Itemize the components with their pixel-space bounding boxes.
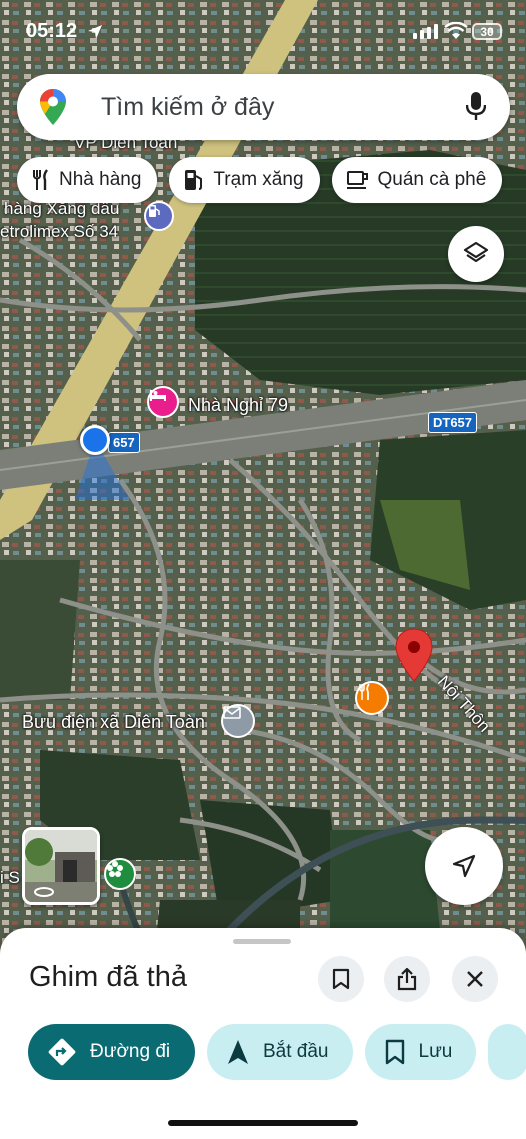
map-label-gas-station-2: etrolimex Số 34 (0, 222, 119, 241)
category-chips: Nhà hàng Trạm xăng Quán cà phê (17, 157, 503, 203)
bookmark-icon (385, 1039, 404, 1065)
wifi-icon (444, 22, 468, 39)
map-pin-icon (395, 628, 433, 682)
start-button[interactable]: Bắt đầu (207, 1024, 353, 1080)
search-bar[interactable]: Tìm kiếm ở đây (17, 74, 510, 140)
close-icon (467, 971, 483, 987)
sheet-drag-handle[interactable] (233, 939, 291, 944)
share-icon (397, 967, 417, 991)
gas-station-icon (185, 170, 203, 190)
more-actions-button[interactable] (488, 1024, 526, 1080)
layers-icon (463, 241, 489, 263)
chip-label: Trạm xăng (213, 169, 304, 190)
park-poi[interactable] (104, 858, 136, 890)
save-label: Lưu (418, 1041, 453, 1062)
chip-coffee[interactable]: Quán cà phê (331, 157, 503, 203)
cellular-signal-icon (413, 24, 438, 39)
save-bookmark-button[interactable] (318, 956, 364, 1002)
home-indicator[interactable] (168, 1120, 358, 1126)
map-label-edge: i S (0, 868, 20, 887)
chip-restaurants[interactable]: Nhà hàng (17, 157, 158, 203)
sheet-title: Ghim đã thả (29, 961, 187, 993)
restaurant-poi[interactable] (355, 681, 389, 715)
google-maps-logo-icon (40, 89, 66, 125)
search-input[interactable]: Tìm kiếm ở đây (101, 93, 274, 122)
road-shield-657: 657 (108, 432, 140, 453)
battery-indicator: 30 (472, 23, 502, 40)
place-bottom-sheet[interactable]: Ghim đã thả Đường đi Bắt đầu Lưu (0, 928, 526, 1139)
microphone-icon[interactable] (466, 91, 486, 121)
user-location-dot (80, 425, 110, 455)
motel-poi[interactable] (147, 386, 179, 418)
chip-gas-stations[interactable]: Trạm xăng (169, 157, 320, 203)
chip-label: Nhà hàng (59, 169, 142, 190)
action-buttons-row: Đường đi Bắt đầu Lưu (28, 1024, 526, 1080)
navigation-arrow-icon (452, 854, 476, 878)
gas-station-poi[interactable] (144, 201, 174, 231)
flower-icon (107, 861, 123, 877)
layers-button[interactable] (448, 226, 504, 282)
location-services-icon (88, 25, 102, 39)
map-label-post-office[interactable]: Bưu điện xã Diên Toàn (22, 712, 205, 733)
map-label-motel[interactable]: Nhà Nghỉ 79 (188, 395, 288, 416)
directions-label: Đường đi (90, 1041, 171, 1062)
restaurant-icon (359, 683, 370, 700)
mail-icon (223, 706, 241, 719)
rotate-360-icon (34, 887, 54, 897)
save-button[interactable]: Lưu (364, 1024, 477, 1080)
status-time: 05:12 (26, 20, 78, 42)
share-button[interactable] (384, 956, 430, 1002)
street-view-thumbnail[interactable] (22, 827, 100, 905)
gas-station-icon (149, 205, 160, 217)
chip-label: Quán cà phê (377, 169, 487, 190)
start-label: Bắt đầu (263, 1041, 329, 1062)
close-button[interactable] (452, 956, 498, 1002)
road-shield-dt657: DT657 (428, 412, 478, 433)
status-bar: 05:12 30 (0, 0, 526, 62)
coffee-icon (346, 171, 368, 189)
navigation-arrow-icon (228, 1040, 248, 1064)
bookmark-icon (332, 968, 350, 990)
post-office-poi[interactable] (221, 704, 255, 738)
bed-icon (150, 390, 166, 401)
directions-button[interactable]: Đường đi (28, 1024, 195, 1080)
directions-icon (48, 1038, 76, 1066)
restaurant-icon (33, 169, 48, 190)
my-location-button[interactable] (425, 827, 503, 905)
